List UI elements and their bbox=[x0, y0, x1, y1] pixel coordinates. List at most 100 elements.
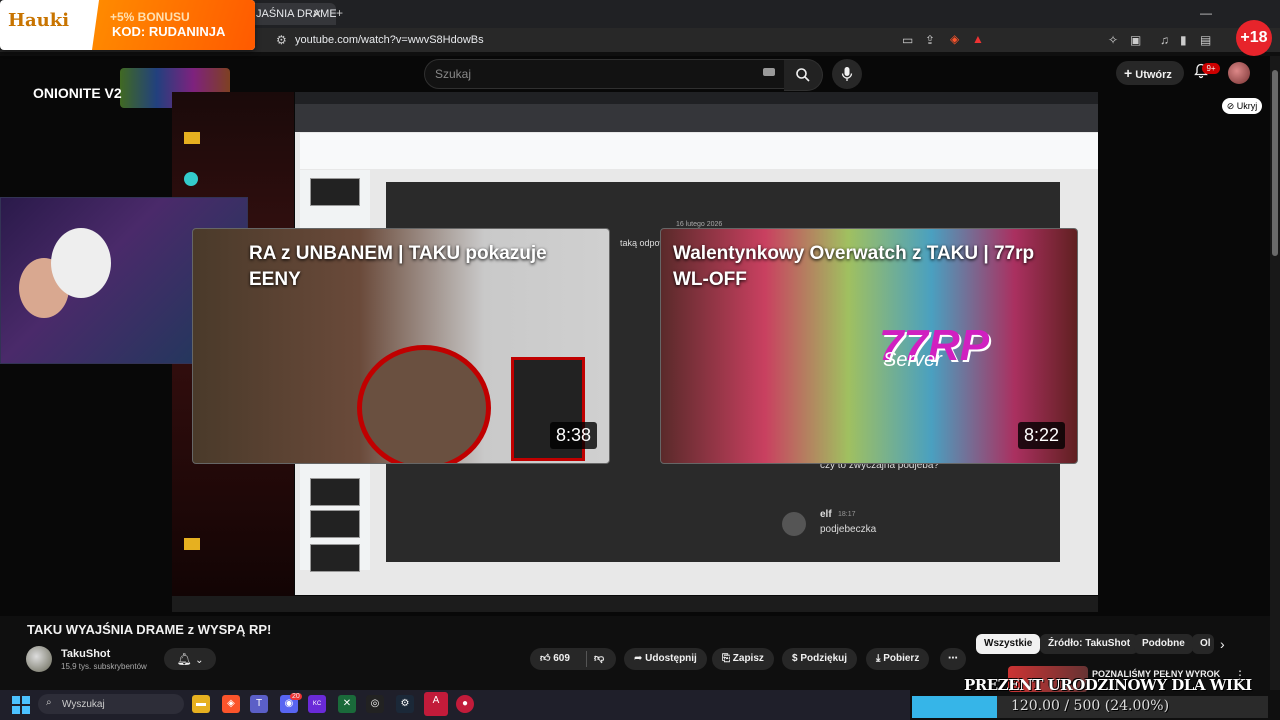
taskbar-search-label: Wyszukaj bbox=[62, 699, 105, 710]
teams-icon[interactable]: T bbox=[250, 695, 268, 713]
thanks-button[interactable]: $ Podziękuj bbox=[782, 648, 858, 670]
end-card-duration: 8:38 bbox=[549, 422, 597, 449]
chip-source[interactable]: Źródło: TakuShot bbox=[1040, 634, 1139, 654]
subscription-bell-button[interactable]: 🔔︎ ⌄ bbox=[164, 648, 216, 670]
wallet-icon[interactable]: ▤ bbox=[1200, 33, 1211, 47]
steam-icon[interactable]: ⚙ bbox=[396, 695, 414, 713]
download-icon: ⤓ bbox=[876, 653, 881, 664]
end-card-video-2[interactable]: Walentynkowy Overwatch z TAKU | 77rp WL-… bbox=[660, 228, 1078, 464]
user-avatar[interactable] bbox=[1228, 62, 1250, 84]
microphone-icon bbox=[841, 67, 853, 81]
brave-shield-icon[interactable]: ◈ bbox=[950, 32, 959, 46]
slide-date: 16 lutego 2026 bbox=[676, 221, 723, 228]
app-icon-active[interactable]: A bbox=[424, 692, 448, 716]
slide-thumb bbox=[310, 478, 360, 506]
create-button[interactable]: + Utwórz bbox=[1116, 61, 1184, 85]
ad-banner[interactable]: Hauki +5% BONUSU KOD: RUDANINJA bbox=[0, 0, 255, 50]
search-placeholder: Szukaj bbox=[435, 67, 472, 81]
download-button[interactable]: ⤓ Pobierz bbox=[866, 648, 930, 670]
site-settings-icon[interactable]: ⚙ bbox=[276, 33, 287, 47]
ad-code: KOD: RUDANINJA bbox=[112, 24, 226, 39]
music-icon[interactable]: ♫ bbox=[1160, 33, 1169, 47]
brave-icon[interactable]: ◈ bbox=[222, 695, 240, 713]
browser-tab-active[interactable]: JAŚNIA DRAME bbox=[248, 3, 336, 25]
notifications-badge: 9+ bbox=[1202, 63, 1220, 74]
minimize-icon[interactable]: — bbox=[1200, 6, 1212, 20]
video-title: TAKU WYAJŚNIA DRAME z WYSPĄ RP! bbox=[27, 622, 272, 637]
brave-rewards-icon[interactable]: ▲ bbox=[972, 32, 984, 46]
bell-icon: 🔔︎ bbox=[176, 652, 192, 666]
end-card-title: RA z UNBANEM | TAKU pokazuje EENY bbox=[249, 243, 547, 290]
search-icon: ⌕ bbox=[46, 697, 52, 708]
save-label: Zapisz bbox=[732, 653, 764, 664]
plus-icon: + bbox=[1124, 65, 1133, 81]
share-button[interactable]: ➦ Udostępnij bbox=[624, 648, 707, 670]
server-logo-sub: Server bbox=[883, 349, 942, 371]
cast-icon[interactable]: ▭ bbox=[902, 33, 913, 47]
chevron-down-icon: ⌄ bbox=[195, 655, 204, 666]
keyboard-icon[interactable] bbox=[763, 68, 775, 76]
share-icon: ➦ bbox=[634, 653, 643, 664]
chip-similar[interactable]: Podobne bbox=[1134, 634, 1193, 654]
create-label: Utwórz bbox=[1135, 69, 1172, 81]
taskbar-search[interactable]: ⌕ Wyszukaj bbox=[38, 694, 184, 714]
download-label: Pobierz bbox=[883, 653, 920, 664]
obs-icon[interactable]: ◎ bbox=[366, 695, 384, 713]
subscriber-count: 15,9 tys. subskrybentów bbox=[61, 662, 147, 671]
chip-all[interactable]: Wszystkie bbox=[976, 634, 1041, 654]
save-button[interactable]: ⎘ Zapisz bbox=[712, 648, 774, 670]
inner-browser-tabs bbox=[295, 92, 1098, 104]
hide-button[interactable]: ⊘ Ukryj bbox=[1222, 98, 1262, 114]
divider bbox=[586, 651, 587, 667]
slide-thumb bbox=[310, 544, 360, 572]
dollar-icon: $ bbox=[792, 653, 798, 664]
chat-avatar bbox=[782, 512, 806, 536]
excel-icon[interactable]: ✕ bbox=[338, 695, 356, 713]
app-icon[interactable]: ● bbox=[456, 695, 474, 713]
like-button[interactable]: 👍︎ 609 bbox=[540, 648, 570, 670]
sidebar-icon[interactable]: ▮ bbox=[1180, 33, 1187, 47]
url-field[interactable]: youtube.com/watch?v=wwvS8HdowBs bbox=[295, 34, 484, 46]
thumbs-down-icon: 👎︎ bbox=[594, 653, 605, 664]
goal-progress-bar: 120.00 / 500 (24.00%) bbox=[912, 696, 1268, 718]
discord-badge: 20 bbox=[290, 693, 302, 700]
share-page-icon[interactable]: ⇪ bbox=[925, 33, 935, 47]
goal-title: PREZENT URODZINOWY DLA WIKI bbox=[964, 676, 1252, 694]
more-icon: ⋯ bbox=[948, 653, 958, 664]
like-count: 609 bbox=[553, 653, 570, 664]
search-button[interactable] bbox=[784, 59, 823, 91]
dislike-button[interactable]: 👎︎ bbox=[594, 648, 604, 670]
slides-toolbar bbox=[300, 133, 1098, 169]
new-tab-icon[interactable]: + bbox=[336, 6, 343, 20]
bookmark-icon: ⎘ bbox=[722, 653, 730, 664]
chip-partial[interactable]: Ol bbox=[1192, 634, 1214, 654]
end-card-duration: 8:22 bbox=[1017, 422, 1065, 449]
chat-message: podjebeczka bbox=[820, 524, 877, 535]
like-dislike-group: 👍︎ 609 👎︎ bbox=[530, 648, 616, 670]
search-input[interactable]: Szukaj bbox=[424, 59, 786, 89]
end-card-video-1[interactable]: RA z UNBANEM | TAKU pokazuje EENY 8:38 bbox=[192, 228, 610, 464]
file-explorer-icon[interactable]: ▬ bbox=[192, 695, 210, 713]
slide-thumb bbox=[310, 510, 360, 538]
channel-name[interactable]: TakuShot bbox=[61, 648, 110, 660]
chevron-right-icon[interactable]: › bbox=[1220, 636, 1225, 652]
thumbnail-highlight bbox=[357, 345, 491, 463]
scrollbar-thumb[interactable] bbox=[1272, 70, 1278, 256]
search-icon bbox=[796, 68, 810, 82]
inner-browser-address bbox=[295, 104, 1098, 118]
channel-avatar[interactable] bbox=[26, 646, 52, 672]
thumbs-up-icon: 👍︎ bbox=[540, 653, 551, 664]
more-actions-button[interactable]: ⋯ bbox=[940, 648, 966, 670]
close-tab-icon[interactable]: ✕ bbox=[312, 7, 322, 21]
ad-bonus: +5% BONUSU bbox=[110, 10, 190, 24]
extensions-icon[interactable]: ✧ bbox=[1108, 33, 1118, 47]
windows-start-icon[interactable] bbox=[12, 696, 30, 714]
kick-icon[interactable]: KC bbox=[308, 695, 326, 713]
chat-time: 18:17 bbox=[838, 511, 856, 518]
inner-taskbar bbox=[172, 596, 1098, 612]
goal-progress-text: 120.00 / 500 (24.00%) bbox=[1010, 698, 1170, 714]
voice-search-button[interactable] bbox=[832, 59, 862, 89]
end-card-title: Walentynkowy Overwatch z TAKU | 77rp WL-… bbox=[673, 243, 1035, 290]
screenshot-icon[interactable]: ▣ bbox=[1130, 33, 1141, 47]
ad-logo: Hauki bbox=[8, 10, 70, 31]
